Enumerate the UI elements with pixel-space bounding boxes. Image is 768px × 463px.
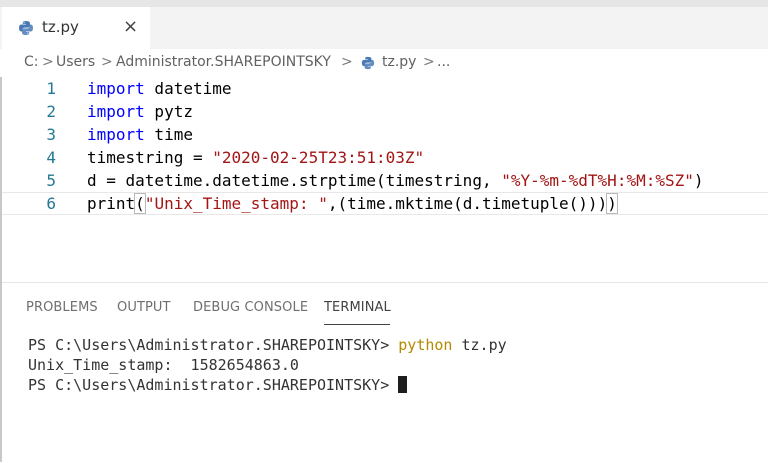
window-top-strip <box>0 0 768 7</box>
code-line[interactable]: 3 import time <box>2 123 768 146</box>
terminal-line[interactable]: PS C:\Users\Administrator.SHAREPOINTSKY>… <box>28 335 507 355</box>
code-editor[interactable]: 1 import datetime 2 import pytz 3 import time… <box>2 77 768 282</box>
code-token: print <box>87 194 136 213</box>
python-icon <box>19 21 33 35</box>
code-text: import time <box>87 123 193 146</box>
code-text: d = datetime.datetime.strptime(timestrin… <box>87 169 704 192</box>
tab-output[interactable]: OUTPUT <box>117 300 171 315</box>
tab-label: tz.py <box>42 18 79 36</box>
line-number: 6 <box>46 194 56 213</box>
breadcrumb-separator: > <box>423 54 435 70</box>
breadcrumb-separator: > <box>341 54 353 70</box>
string-token: "Unix_Time_stamp: " <box>144 194 328 213</box>
code-line[interactable]: 6 print("Unix_Time_stamp: ",(time.mktime(… <box>2 192 768 215</box>
terminal-command: python <box>398 336 453 354</box>
code-token: datetime <box>144 79 232 98</box>
breadcrumb-item-users[interactable]: Users <box>56 54 95 70</box>
terminal-prompt: PS C:\Users\Administrator.SHAREPOINTSKY> <box>28 336 399 354</box>
code-token: d = datetime.datetime.strptime(timestrin… <box>87 171 502 190</box>
breadcrumb-item-file[interactable]: tz.py <box>382 54 416 70</box>
terminal-line[interactable]: PS C:\Users\Administrator.SHAREPOINTSKY> <box>28 375 408 395</box>
tab-problems[interactable]: PROBLEMS <box>26 300 98 315</box>
code-token: ,(time.mktime(d.timetuple())) <box>327 194 608 213</box>
breadcrumb-separator: > <box>101 54 113 70</box>
keyword-token: import <box>87 102 145 121</box>
line-number: 5 <box>46 171 56 190</box>
terminal-output-line: Unix_Time_stamp: 1582654863.0 <box>28 356 299 374</box>
terminal-command-args: tz.py <box>452 336 507 354</box>
terminal-prompt: PS C:\Users\Administrator.SHAREPOINTSKY> <box>28 376 399 394</box>
close-icon[interactable]: × <box>123 15 138 39</box>
line-number: 4 <box>46 148 56 167</box>
matched-bracket: ) <box>606 193 618 214</box>
active-tab-indicator <box>324 324 390 325</box>
python-icon <box>361 56 375 70</box>
matched-bracket: ( <box>134 193 146 214</box>
code-text: import datetime <box>87 77 232 100</box>
code-line[interactable]: 1 import datetime <box>2 77 768 100</box>
code-text: timestring = "2020-02-25T23:51:03Z" <box>87 146 424 169</box>
line-number: 1 <box>46 79 56 98</box>
tab-debug-console[interactable]: DEBUG CONSOLE <box>193 300 308 315</box>
tab-terminal[interactable]: TERMINAL <box>324 300 391 315</box>
code-text: import pytz <box>87 100 193 123</box>
code-line[interactable]: 5 d = datetime.datetime.strptime(timestri… <box>2 169 768 192</box>
code-text: print("Unix_Time_stamp: ",(time.mktime(d… <box>87 193 618 214</box>
tab-tz-py[interactable]: tz.py × <box>2 7 150 49</box>
terminal-cursor <box>398 376 408 393</box>
line-number: 2 <box>46 102 56 121</box>
string-token: "%Y-%m-%dT%H:%M:%SZ" <box>501 171 694 190</box>
line-number: 3 <box>46 125 56 144</box>
editor-tab-bar: tz.py × <box>0 7 768 49</box>
breadcrumb-item-folder[interactable]: Administrator.SHAREPOINTSKY <box>116 54 331 70</box>
code-token: ) <box>693 171 704 190</box>
code-line[interactable]: 4 timestring = "2020-02-25T23:51:03Z" <box>2 146 768 169</box>
keyword-token: import <box>87 125 145 144</box>
breadcrumb-separator: > <box>42 54 54 70</box>
code-token: pytz <box>144 102 193 121</box>
bottom-panel: PROBLEMS OUTPUT DEBUG CONSOLE TERMINAL P… <box>2 282 768 463</box>
keyword-token: import <box>87 79 145 98</box>
breadcrumb-item-drive[interactable]: C: <box>24 54 39 70</box>
code-line[interactable]: 2 import pytz <box>2 100 768 123</box>
string-token: "2020-02-25T23:51:03Z" <box>212 148 425 167</box>
breadcrumb-item-more[interactable]: ... <box>437 54 450 70</box>
code-token: time <box>144 125 193 144</box>
breadcrumb: C: > Users > Administrator.SHAREPOINTSKY… <box>0 49 768 77</box>
code-token: timestring = <box>87 148 213 167</box>
